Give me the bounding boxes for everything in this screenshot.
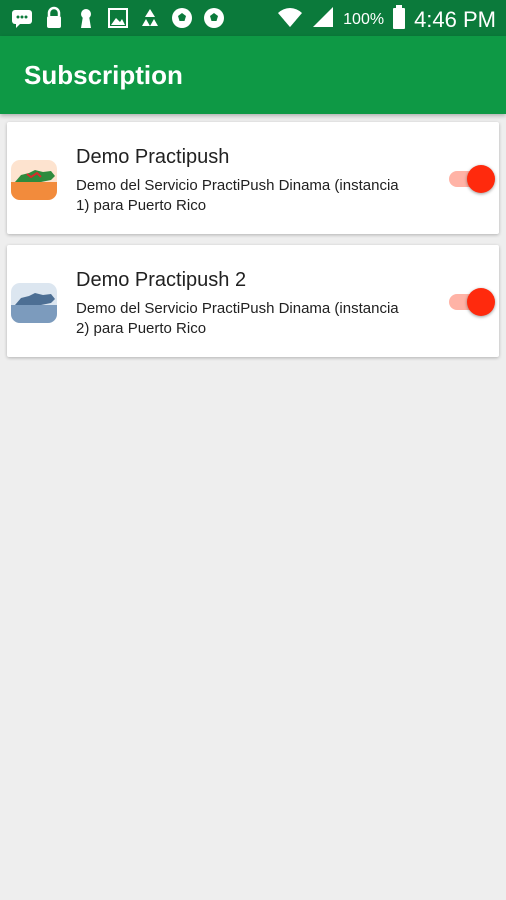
- puerto-rico-blue-icon: [11, 283, 57, 323]
- subscription-toggle[interactable]: [447, 162, 499, 194]
- status-bar: 100% 4:46 PM: [0, 0, 506, 36]
- lock-icon: [42, 6, 66, 30]
- subscription-description: Demo del Servicio PractiPush Dinama (ins…: [76, 300, 399, 337]
- notification-icons: [10, 6, 226, 30]
- soccer-icon: [202, 6, 226, 30]
- wifi-icon: [277, 5, 303, 34]
- puerto-rico-green-icon: [11, 160, 57, 200]
- clock: 4:46 PM: [414, 6, 496, 32]
- subscription-toggle[interactable]: [447, 285, 499, 317]
- image-icon: [106, 6, 130, 30]
- subscription-name: Demo Practipush: [76, 146, 230, 168]
- toggle-thumb[interactable]: [467, 165, 495, 193]
- messages-icon: [10, 6, 34, 30]
- keyhole-icon: [74, 6, 98, 30]
- subscription-card[interactable]: Demo Practipush 2 Demo del Servicio Prac…: [7, 245, 499, 357]
- battery-percentage: 100%: [343, 10, 385, 28]
- system-icons: 100% 4:46 PM: [277, 4, 496, 35]
- toggle-thumb[interactable]: [467, 288, 495, 316]
- subscription-description: Demo del Servicio PractiPush Dinama (ins…: [76, 177, 399, 214]
- soccer-icon: [170, 6, 194, 30]
- subscription-name: Demo Practipush 2: [76, 269, 247, 291]
- battery-icon: [392, 4, 406, 35]
- signal-icon: [311, 5, 335, 34]
- page-title: Subscription: [24, 60, 183, 90]
- app-bar: Subscription: [0, 36, 506, 114]
- subscription-card[interactable]: Demo Practipush Demo del Servicio Practi…: [7, 122, 499, 234]
- recycle-icon: [138, 6, 162, 30]
